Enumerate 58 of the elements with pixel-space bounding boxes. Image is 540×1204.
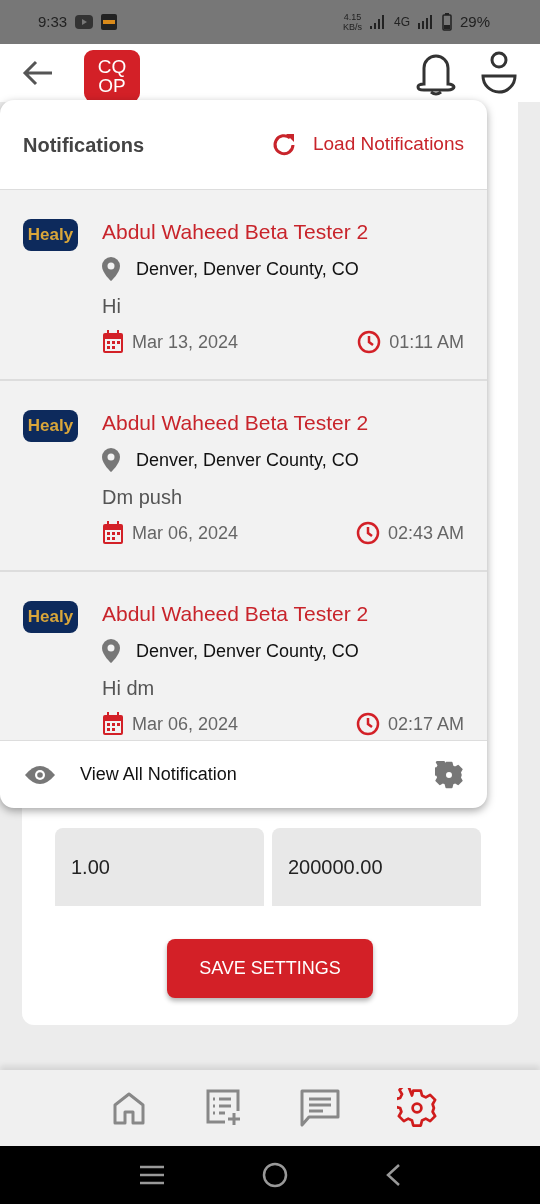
date-text: Mar 06, 2024	[132, 712, 239, 736]
sender-name: Abdul Waheed Beta Tester 2	[102, 219, 370, 245]
settings-icon[interactable]	[397, 1088, 437, 1128]
location-pin-icon	[102, 257, 120, 281]
save-settings-button[interactable]: SAVE SETTINGS	[167, 939, 373, 998]
date-text: Mar 13, 2024	[132, 330, 239, 354]
clock-icon	[357, 330, 382, 354]
company-logo: Healy	[23, 219, 78, 251]
location-text: Denver, Denver County, CO	[136, 639, 359, 663]
input-field[interactable]: 1.00	[55, 828, 264, 906]
chat-icon[interactable]	[299, 1088, 341, 1128]
signal-icon	[417, 15, 434, 29]
load-notifications-button[interactable]: Load Notifications	[270, 130, 464, 159]
notification-item[interactable]: Healy Abdul Waheed Beta Tester 2 Denver, Denver County, CO Dm push Mar 06, 2024 02:43 AM	[0, 381, 487, 572]
time-text: 01:11 AM	[389, 330, 464, 354]
calendar-icon	[102, 712, 124, 736]
signal-icon	[369, 15, 386, 29]
message-text: Hi	[102, 293, 122, 319]
network-speed: 4.15	[342, 12, 362, 22]
sender-name: Abdul Waheed Beta Tester 2	[102, 601, 370, 627]
location-text: Denver, Denver County, CO	[136, 257, 359, 281]
message-text: Hi dm	[102, 675, 156, 701]
status-time: 9:33	[38, 11, 68, 32]
notification-item[interactable]: Healy Abdul Waheed Beta Tester 2 Denver, Denver County, CO Hi Mar 13, 2024 01:11 AM	[0, 190, 487, 381]
company-logo: Healy	[23, 410, 78, 442]
company-logo: Healy	[23, 601, 78, 633]
sender-name: Abdul Waheed Beta Tester 2	[102, 410, 370, 436]
clock-icon	[355, 521, 380, 545]
settings-icon[interactable]	[435, 760, 463, 789]
calendar-icon	[102, 330, 124, 354]
app-logo: CQ OP	[84, 50, 140, 102]
eye-icon	[24, 764, 56, 785]
input-field[interactable]: 200000.00	[272, 828, 481, 906]
notification-item[interactable]: Healy Abdul Waheed Beta Tester 2 Denver, Denver County, CO Hi dm Mar 06, 2024 02:17 AM	[0, 572, 487, 740]
app-notification-icon	[101, 14, 118, 30]
location-pin-icon	[102, 448, 120, 472]
recent-apps-icon[interactable]	[138, 1165, 165, 1185]
home-icon[interactable]	[111, 1090, 147, 1126]
speed-unit: KB/s	[342, 22, 362, 32]
reload-icon[interactable]	[270, 131, 297, 158]
date-text: Mar 06, 2024	[132, 521, 239, 545]
message-text: Dm push	[102, 484, 184, 510]
home-button-icon[interactable]	[262, 1162, 288, 1188]
battery-percent: 29%	[459, 11, 490, 32]
location-pin-icon	[102, 639, 120, 663]
time-text: 02:43 AM	[387, 521, 464, 545]
battery-icon	[441, 13, 452, 31]
time-text: 02:17 AM	[387, 712, 464, 736]
view-all-notification-link[interactable]: View All Notification	[0, 740, 487, 808]
user-icon[interactable]	[480, 50, 518, 96]
network-type: 4G	[393, 14, 410, 31]
calendar-icon	[102, 521, 124, 545]
dropdown-title: Notifications	[23, 132, 145, 158]
back-icon[interactable]	[22, 59, 54, 87]
location-text: Denver, Denver County, CO	[136, 448, 359, 472]
clock-icon	[355, 712, 380, 736]
back-icon[interactable]	[385, 1163, 402, 1187]
video-app-icon	[75, 15, 94, 29]
